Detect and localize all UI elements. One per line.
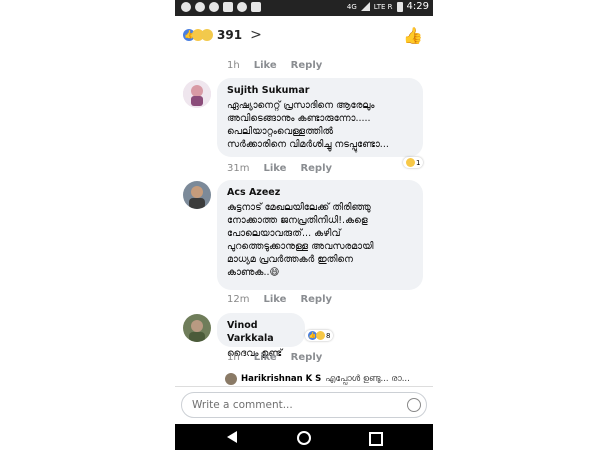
system-nav-bar — [175, 424, 433, 450]
reply-preview-text: എപ്പോൾ ഉണ്ടു... രാ... — [325, 374, 410, 384]
avatar-image — [183, 181, 211, 209]
facebook-notification-icon — [181, 2, 191, 12]
avatar[interactable] — [183, 80, 211, 108]
haha-reaction-icon — [316, 331, 325, 340]
comment-actions: 1h Like Reply — [227, 352, 322, 363]
comment-bubble[interactable]: Acs Azeez കുട്ടനാട് മേഖലയിലേക്ക് തിരിഞ്ഞ… — [217, 180, 423, 290]
like-button[interactable]: Like — [263, 294, 286, 305]
network-label: 4G — [346, 2, 357, 11]
comment-composer — [175, 386, 433, 425]
reactions-summary[interactable]: 👍 391 > 👍 — [175, 16, 433, 54]
messenger-notification-icon — [251, 2, 261, 12]
vpn-notification-icon — [209, 2, 219, 12]
previous-comment-actions: 1h Like Reply — [227, 60, 322, 71]
comment-time: 1h — [227, 60, 240, 71]
like-button[interactable]: Like — [254, 60, 277, 71]
clock: 4:29 — [406, 1, 429, 12]
back-icon[interactable] — [227, 431, 237, 443]
comment-time: 31m — [227, 163, 250, 174]
avatar-image — [183, 80, 211, 108]
like-button[interactable]: Like — [254, 352, 277, 363]
avatar[interactable] — [183, 181, 211, 209]
commenter-name[interactable]: Sujith Sukumar — [227, 84, 413, 97]
reaction-badge[interactable]: 1 — [403, 157, 424, 168]
reply-button[interactable]: Reply — [291, 60, 323, 71]
reply-author-name: Harikrishnan K S — [241, 374, 322, 384]
recents-icon[interactable] — [369, 432, 383, 446]
reaction-count: 391 — [217, 28, 243, 42]
whatsapp-notification-icon — [237, 2, 247, 12]
gallery-notification-icon — [223, 2, 233, 12]
haha-reaction-icon — [406, 158, 415, 167]
reaction-badge[interactable]: 👍 8 — [305, 330, 334, 341]
commenter-name[interactable]: Vinod Varkkala — [227, 319, 295, 345]
like-button[interactable]: Like — [263, 163, 286, 174]
comment-actions: 31m Like Reply — [227, 163, 332, 174]
signal-icon — [360, 2, 370, 11]
status-right: 4G LTE R 4:29 — [347, 1, 429, 12]
reaction-badge-count: 1 — [416, 158, 421, 167]
phone-screen: 4G LTE R 4:29 👍 391 > 👍 1h Like Reply Su… — [175, 0, 433, 450]
commenter-name[interactable]: Acs Azeez — [227, 186, 413, 199]
home-icon[interactable] — [297, 431, 311, 445]
comment-bubble[interactable]: Vinod Varkkala ദൈവം ഉണ്ട് — [217, 313, 305, 359]
comment-text: കുട്ടനാട് മേഖലയിലേക്ക് തിരിഞ്ഞു നോക്കാത്… — [227, 202, 374, 278]
reaction-badge-count: 8 — [326, 331, 331, 340]
reply-preview[interactable]: Harikrishnan K S എപ്പോൾ ഉണ്ടു... രാ... — [225, 372, 425, 386]
comment-text: ഏഷ്യാനെറ്റ് പ്രസാദിനെ ആരേലും അവിടെങ്ങാനു… — [227, 100, 389, 150]
lte-label: LTE R — [373, 2, 393, 11]
battery-icon — [396, 1, 403, 12]
emoji-icon[interactable] — [407, 398, 421, 412]
chrome-notification-icon — [195, 2, 205, 12]
status-bar: 4G LTE R 4:29 — [175, 0, 433, 16]
comment-time: 1h — [227, 352, 240, 363]
reply-button[interactable]: Reply — [291, 352, 323, 363]
comment-actions: 12m Like Reply — [227, 294, 332, 305]
avatar — [225, 373, 237, 385]
comment-time: 12m — [227, 294, 250, 305]
reply-button[interactable]: Reply — [300, 294, 332, 305]
chevron-right-icon[interactable]: > — [250, 27, 262, 43]
like-post-icon[interactable]: 👍 — [403, 26, 423, 45]
comment-bubble[interactable]: Sujith Sukumar ഏഷ്യാനെറ്റ് പ്രസാദിനെ ആരേ… — [217, 78, 423, 157]
avatar[interactable] — [183, 314, 211, 342]
avatar-image — [183, 314, 211, 342]
sad-reaction-icon — [201, 29, 213, 41]
notification-icons — [181, 2, 261, 12]
comment-input[interactable] — [181, 392, 427, 418]
reply-button[interactable]: Reply — [300, 163, 332, 174]
